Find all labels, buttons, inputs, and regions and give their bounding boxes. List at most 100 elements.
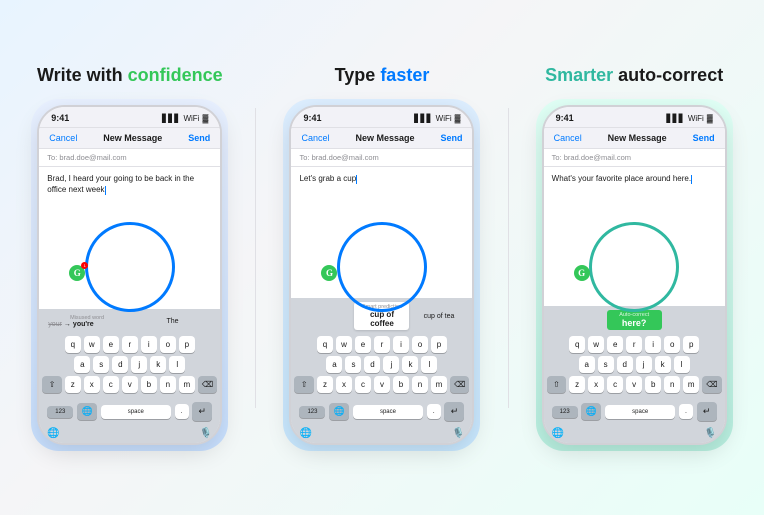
- key-s-3[interactable]: s: [598, 356, 614, 373]
- key-b-2[interactable]: b: [393, 376, 409, 393]
- key-n[interactable]: n: [160, 376, 176, 393]
- key-o[interactable]: o: [160, 336, 176, 353]
- nav-send-3[interactable]: Send: [693, 133, 715, 143]
- key-c[interactable]: c: [103, 376, 119, 393]
- key-delete-2[interactable]: ⌫: [450, 376, 470, 393]
- key-o-3[interactable]: o: [664, 336, 680, 353]
- key-return-3[interactable]: ↵: [697, 402, 717, 421]
- key-a-3[interactable]: a: [579, 356, 595, 373]
- key-d-2[interactable]: d: [364, 356, 380, 373]
- key-d-3[interactable]: d: [617, 356, 633, 373]
- key-w-2[interactable]: w: [336, 336, 352, 353]
- battery-icon: ▓: [202, 114, 208, 123]
- globe-icon-1[interactable]: 🌐: [47, 428, 59, 439]
- key-p-3[interactable]: p: [683, 336, 699, 353]
- key-n-2[interactable]: n: [412, 376, 428, 393]
- key-q-3[interactable]: q: [569, 336, 585, 353]
- key-123-2[interactable]: 123: [299, 406, 325, 418]
- mic-icon-3[interactable]: 🎙️: [704, 428, 716, 439]
- key-p[interactable]: p: [179, 336, 195, 353]
- nav-send-1[interactable]: Send: [188, 133, 210, 143]
- key-r-3[interactable]: r: [626, 336, 642, 353]
- key-j-2[interactable]: j: [383, 356, 399, 373]
- key-w-3[interactable]: w: [588, 336, 604, 353]
- key-emoji-2[interactable]: 🌐: [329, 403, 349, 420]
- key-l-2[interactable]: l: [421, 356, 437, 373]
- key-d[interactable]: d: [112, 356, 128, 373]
- mic-icon-1[interactable]: 🎙️: [200, 428, 212, 439]
- key-z-3[interactable]: z: [569, 376, 585, 393]
- key-r[interactable]: r: [122, 336, 138, 353]
- key-b[interactable]: b: [141, 376, 157, 393]
- key-shift-3[interactable]: ⇧: [547, 376, 567, 393]
- key-space-1[interactable]: space: [101, 405, 171, 419]
- key-return-2[interactable]: ↵: [444, 402, 464, 421]
- key-z-2[interactable]: z: [317, 376, 333, 393]
- key-a-2[interactable]: a: [326, 356, 342, 373]
- key-n-3[interactable]: n: [664, 376, 680, 393]
- key-v-2[interactable]: v: [374, 376, 390, 393]
- key-i[interactable]: i: [141, 336, 157, 353]
- key-row-1: q w e r i o p: [42, 336, 217, 353]
- globe-icon-3[interactable]: 🌐: [552, 428, 564, 439]
- key-emoji-3[interactable]: 🌐: [581, 403, 601, 420]
- key-c-2[interactable]: c: [355, 376, 371, 393]
- key-q-2[interactable]: q: [317, 336, 333, 353]
- key-z[interactable]: z: [65, 376, 81, 393]
- key-i-3[interactable]: i: [645, 336, 661, 353]
- key-e-3[interactable]: e: [607, 336, 623, 353]
- key-shift-2[interactable]: ⇧: [294, 376, 314, 393]
- key-row-3-2: ⇧ z x c v b n m ⌫: [294, 376, 469, 393]
- key-j-3[interactable]: j: [636, 356, 652, 373]
- keyboard-area-2: Smart prediction cup of coffee cup of te…: [291, 298, 472, 443]
- key-w[interactable]: w: [84, 336, 100, 353]
- key-i-2[interactable]: i: [393, 336, 409, 353]
- key-return-1[interactable]: ↵: [192, 402, 212, 421]
- key-e[interactable]: e: [103, 336, 119, 353]
- key-o-2[interactable]: o: [412, 336, 428, 353]
- key-q[interactable]: q: [65, 336, 81, 353]
- key-s-2[interactable]: s: [345, 356, 361, 373]
- globe-icon-2[interactable]: 🌐: [299, 428, 311, 439]
- nav-send-2[interactable]: Send: [440, 133, 462, 143]
- panel-3-title: Smarter auto-correct: [545, 64, 723, 87]
- key-j[interactable]: j: [131, 356, 147, 373]
- key-delete[interactable]: ⌫: [198, 376, 218, 393]
- key-k[interactable]: k: [150, 356, 166, 373]
- key-m[interactable]: m: [179, 376, 195, 393]
- key-s[interactable]: s: [93, 356, 109, 373]
- key-x[interactable]: x: [84, 376, 100, 393]
- key-k-2[interactable]: k: [402, 356, 418, 373]
- key-x-3[interactable]: x: [588, 376, 604, 393]
- key-m-3[interactable]: m: [683, 376, 699, 393]
- mic-icon-2[interactable]: 🎙️: [452, 428, 464, 439]
- key-v-3[interactable]: v: [626, 376, 642, 393]
- nav-cancel-2[interactable]: Cancel: [301, 133, 329, 143]
- key-123-1[interactable]: 123: [47, 406, 73, 418]
- key-period-1[interactable]: .: [175, 404, 189, 419]
- key-x-2[interactable]: x: [336, 376, 352, 393]
- key-b-3[interactable]: b: [645, 376, 661, 393]
- key-123-3[interactable]: 123: [552, 406, 578, 418]
- key-l[interactable]: l: [169, 356, 185, 373]
- key-e-2[interactable]: e: [355, 336, 371, 353]
- nav-cancel-1[interactable]: Cancel: [49, 133, 77, 143]
- key-period-3[interactable]: .: [679, 404, 693, 419]
- key-p-2[interactable]: p: [431, 336, 447, 353]
- status-icons-1: ▋▋▋ WiFi ▓: [162, 114, 208, 123]
- nav-cancel-3[interactable]: Cancel: [554, 133, 582, 143]
- nav-title-1: New Message: [103, 133, 162, 143]
- key-c-3[interactable]: c: [607, 376, 623, 393]
- key-v[interactable]: v: [122, 376, 138, 393]
- key-delete-3[interactable]: ⌫: [702, 376, 722, 393]
- key-r-2[interactable]: r: [374, 336, 390, 353]
- key-emoji-1[interactable]: 🌐: [77, 403, 97, 420]
- key-l-3[interactable]: l: [674, 356, 690, 373]
- key-period-2[interactable]: .: [427, 404, 441, 419]
- key-space-2[interactable]: space: [353, 405, 423, 419]
- key-a[interactable]: a: [74, 356, 90, 373]
- key-m-2[interactable]: m: [431, 376, 447, 393]
- key-space-3[interactable]: space: [605, 405, 675, 419]
- key-shift[interactable]: ⇧: [42, 376, 62, 393]
- key-k-3[interactable]: k: [655, 356, 671, 373]
